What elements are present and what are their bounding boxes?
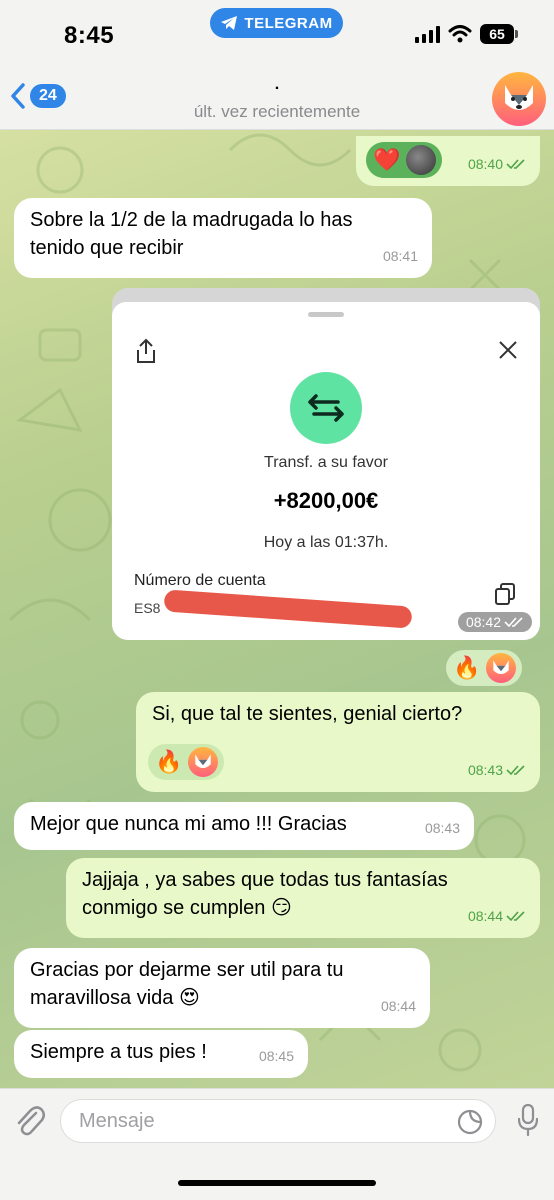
double-check-icon bbox=[504, 617, 523, 628]
sheet-grabber bbox=[308, 312, 344, 317]
close-icon bbox=[499, 341, 517, 359]
paperclip-icon bbox=[17, 1106, 45, 1136]
share-icon bbox=[137, 338, 155, 363]
message-input[interactable] bbox=[79, 1110, 439, 1133]
battery-icon: 65 bbox=[480, 24, 518, 44]
heart-reaction: ❤️ bbox=[373, 147, 401, 172]
reactor-photo-avatar bbox=[406, 145, 436, 175]
attach-button[interactable] bbox=[14, 1103, 46, 1144]
message-text-line: Jajjaja , ya sabes que todas tus fantasí… bbox=[82, 869, 448, 891]
message-time: 08:43 bbox=[467, 762, 503, 778]
message-in[interactable]: Gracias por dejarme ser util para tu mar… bbox=[14, 948, 430, 1028]
message-in[interactable]: Sobre la 1/2 de la madrugada lo has teni… bbox=[14, 198, 432, 278]
husky-avatar-icon bbox=[505, 85, 533, 110]
signal-icon bbox=[415, 25, 440, 43]
message-in[interactable]: Mejor que nunca mi amo !!! Gracias 08:43 bbox=[14, 802, 474, 850]
message-input-field[interactable] bbox=[60, 1099, 496, 1143]
husky-avatar-icon bbox=[493, 660, 509, 675]
message-text: Mejor que nunca mi amo !!! Gracias bbox=[30, 813, 347, 835]
message-text-line: tenido que recibir bbox=[30, 237, 184, 259]
double-check-icon bbox=[506, 765, 525, 776]
message-time: 08:44 bbox=[380, 998, 416, 1014]
account-number: ES8 bbox=[134, 600, 161, 616]
message-in[interactable]: Siempre a tus pies ! 08:45 bbox=[14, 1030, 308, 1078]
message-text-line: maravillosa vida 😍 bbox=[30, 987, 200, 1009]
message-time: 08:42 bbox=[465, 614, 501, 630]
message-meta: 08:40 bbox=[468, 150, 526, 178]
reaction-pill[interactable]: 🔥 bbox=[446, 650, 522, 686]
copy-icon bbox=[495, 583, 515, 605]
message-time: 08:45 bbox=[258, 1048, 294, 1064]
message-out-reactions[interactable]: ❤️ 08:40 bbox=[356, 136, 540, 186]
transfer-card: Transf. a su favor +8200,00€ Hoy a las 0… bbox=[112, 302, 540, 640]
double-check-icon bbox=[506, 159, 525, 170]
transfer-arrows-icon bbox=[308, 394, 344, 422]
contact-avatar[interactable] bbox=[492, 72, 546, 126]
message-text: Si, que tal te sientes, genial cierto? bbox=[152, 703, 463, 725]
message-out[interactable]: Jajjaja , ya sabes que todas tus fantasí… bbox=[66, 858, 540, 938]
message-text-line: Sobre la 1/2 de la madrugada lo has bbox=[30, 209, 353, 231]
message-meta: 08:41 bbox=[383, 242, 418, 270]
message-time: 08:41 bbox=[382, 248, 418, 264]
message-time: 08:44 bbox=[467, 908, 503, 924]
telegram-pill[interactable]: TELEGRAM bbox=[210, 8, 343, 38]
contact-status: últ. vez recientemente bbox=[193, 102, 361, 121]
reactor-avatar bbox=[188, 747, 218, 777]
husky-avatar-icon bbox=[195, 754, 211, 769]
status-time: 8:45 bbox=[64, 22, 115, 49]
reaction-pill[interactable]: 🔥 bbox=[148, 744, 224, 780]
message-text: Siempre a tus pies ! bbox=[30, 1041, 207, 1063]
fire-reaction: 🔥 bbox=[155, 749, 183, 774]
message-time: 08:43 bbox=[424, 820, 460, 836]
transfer-amount: +8200,00€ bbox=[273, 488, 379, 513]
redaction-mark bbox=[163, 589, 413, 629]
transfer-date: Hoy a las 01:37h. bbox=[263, 534, 389, 551]
message-meta: 08:45 bbox=[259, 1042, 294, 1070]
chat-header: 24 . últ. vez recientemente bbox=[0, 62, 554, 130]
fire-reaction: 🔥 bbox=[453, 655, 481, 680]
double-check-icon bbox=[506, 911, 525, 922]
account-label: Número de cuenta bbox=[134, 572, 266, 589]
message-meta: 08:44 bbox=[381, 992, 416, 1020]
message-text-line: Gracias por dejarme ser util para tu bbox=[30, 959, 344, 981]
image-message[interactable]: Transf. a su favor +8200,00€ Hoy a las 0… bbox=[112, 288, 540, 640]
message-meta: 08:44 bbox=[468, 902, 526, 930]
transfer-label: Transf. a su favor bbox=[264, 454, 388, 471]
telegram-pill-label: TELEGRAM bbox=[244, 14, 333, 32]
message-out[interactable]: Si, que tal te sientes, genial cierto? 🔥… bbox=[136, 692, 540, 792]
reactor-avatar bbox=[486, 653, 516, 683]
transfer-badge bbox=[290, 372, 362, 444]
contact-name[interactable]: . bbox=[0, 76, 554, 94]
status-icons: 65 bbox=[415, 24, 518, 44]
reaction-pill[interactable]: ❤️ bbox=[366, 142, 442, 178]
microphone-icon bbox=[517, 1103, 539, 1137]
home-indicator[interactable] bbox=[178, 1180, 376, 1186]
image-meta: 08:42 bbox=[457, 612, 532, 632]
voice-message-button[interactable] bbox=[517, 1103, 539, 1142]
sticker-icon[interactable] bbox=[457, 1109, 483, 1135]
message-meta: 08:43 bbox=[425, 814, 460, 842]
status-bar: 8:45 TELEGRAM 65 bbox=[0, 0, 554, 62]
message-text-line: conmigo se cumplen 😏 bbox=[82, 897, 292, 919]
message-time: 08:40 bbox=[467, 156, 503, 172]
wifi-icon bbox=[448, 25, 472, 43]
telegram-icon bbox=[221, 16, 238, 30]
message-meta: 08:43 bbox=[468, 756, 526, 784]
